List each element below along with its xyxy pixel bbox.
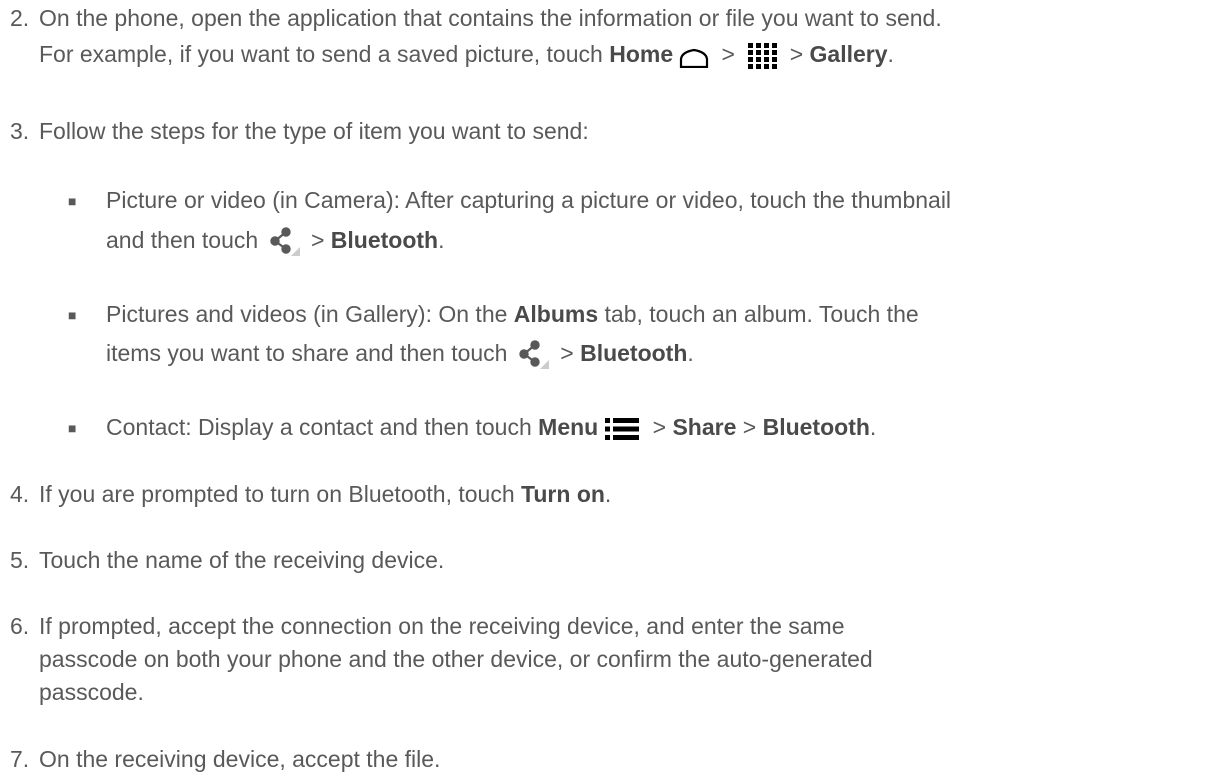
share-icon — [269, 227, 301, 257]
bullet-3-text: Contact: Display a contact and then touc… — [106, 414, 539, 440]
step-2-line-2: For example, if you want to send a saved… — [39, 40, 894, 70]
step-6-number: 6. — [10, 613, 30, 639]
step-2-text-2: For example, if you want to send a saved… — [39, 41, 610, 67]
separator: > — [304, 227, 331, 253]
period: . — [604, 481, 612, 507]
bullet-marker: ■ — [68, 420, 77, 436]
separator: > — [736, 414, 763, 440]
menu-label: Menu — [538, 414, 599, 440]
bullet-1-text: Picture or video (in Camera): After capt… — [106, 187, 952, 213]
step-5-text: Touch the name of the receiving device. — [39, 547, 445, 573]
step-2-text: On the phone, open the application that … — [39, 5, 942, 31]
bluetooth-label: Bluetooth — [762, 414, 870, 440]
step-6-line-1: 6. If prompted, accept the connection on… — [10, 612, 845, 640]
bullet-2-text-b: tab, touch an album. Touch the — [598, 301, 919, 327]
step-4-content: If you are prompted to turn on Bluetooth… — [39, 480, 611, 508]
step-6-text-3: passcode. — [39, 679, 144, 705]
step-3-number: 3. — [10, 118, 30, 144]
step-4-text: If you are prompted to turn on Bluetooth… — [39, 481, 522, 507]
step-2-number: 2. — [10, 5, 30, 31]
bullet-1-line-2: and then touch > Bluetooth. — [106, 226, 445, 257]
period: . — [687, 340, 694, 366]
turn-on-label: Turn on — [521, 481, 605, 507]
gallery-label: Gallery — [809, 41, 888, 67]
albums-label: Albums — [513, 301, 599, 327]
bullet-2-text-2: items you want to share and then touch — [106, 340, 514, 366]
step-4-number: 4. — [10, 481, 30, 507]
step-6-text: If prompted, accept the connection on th… — [39, 613, 845, 639]
separator: > — [715, 41, 742, 67]
separator: > — [783, 41, 810, 67]
bullet-3-line: Contact: Display a contact and then touc… — [106, 413, 876, 441]
step-3-text: Follow the steps for the type of item yo… — [39, 118, 589, 144]
bullet-2-line-2: items you want to share and then touch >… — [106, 339, 694, 370]
bullet-1-text-2: and then touch — [106, 227, 265, 253]
menu-icon — [604, 417, 640, 441]
step-2-line-1: 2. On the phone, open the application th… — [10, 4, 942, 32]
step-6-line-2: passcode on both your phone and the othe… — [39, 645, 873, 673]
bullet-2-text: Pictures and videos (in Gallery): On the — [106, 301, 514, 327]
separator: > — [646, 414, 673, 440]
document-page: 2. On the phone, open the application th… — [0, 0, 1219, 779]
bluetooth-label: Bluetooth — [580, 340, 688, 366]
share-label: Share — [672, 414, 737, 440]
step-6-line-3: passcode. — [39, 678, 144, 706]
bullet-2-line-1: Pictures and videos (in Gallery): On the… — [106, 300, 919, 328]
bullet-marker: ■ — [68, 307, 77, 323]
step-5-number: 5. — [10, 547, 30, 573]
step-3: 3. Follow the steps for the type of item… — [10, 117, 589, 145]
period: . — [869, 414, 877, 440]
bluetooth-label: Bluetooth — [330, 227, 439, 253]
step-7-number: 7. — [10, 746, 30, 772]
step-6-text-2: passcode on both your phone and the othe… — [39, 646, 873, 672]
bullet-marker: ■ — [68, 193, 77, 209]
apps-icon — [747, 42, 778, 70]
step-7-text: On the receiving device, accept the file… — [39, 746, 441, 772]
separator: > — [553, 340, 581, 366]
step-5: 5. Touch the name of the receiving devic… — [10, 546, 444, 574]
share-icon — [518, 340, 550, 370]
bullet-1-line-1: Picture or video (in Camera): After capt… — [106, 186, 951, 214]
home-icon — [679, 46, 709, 69]
home-label: Home — [609, 41, 674, 67]
step-7: 7. On the receiving device, accept the f… — [10, 745, 440, 773]
period: . — [887, 41, 894, 67]
period: . — [438, 227, 445, 253]
step-4: 4. If you are prompted to turn on Blueto… — [10, 480, 611, 508]
